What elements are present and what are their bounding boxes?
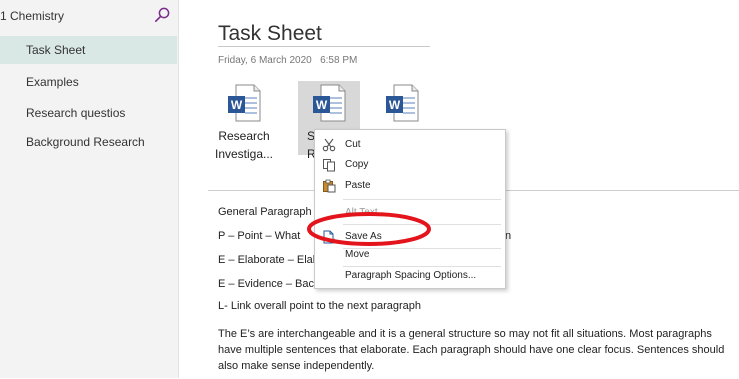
menu-item-copy[interactable]: Copy xyxy=(315,154,505,176)
note-line-link[interactable]: L- Link overall point to the next paragr… xyxy=(218,300,421,312)
word-document-icon: W xyxy=(386,84,419,122)
sidebar-item-examples[interactable]: Examples xyxy=(0,68,177,96)
paste-icon xyxy=(323,179,336,193)
scissors-icon xyxy=(322,138,336,152)
title-underline xyxy=(218,46,430,47)
page-time-text: 6:58 PM xyxy=(320,55,358,66)
attachment-name-line2: Investiga... xyxy=(214,147,274,161)
svg-text:W: W xyxy=(231,98,243,112)
menu-item-label: Copy xyxy=(345,159,369,170)
menu-item-label: Cut xyxy=(345,139,361,150)
sidebar-item-background-research[interactable]: Background Research xyxy=(0,128,177,156)
sidebar-item-label: Research questios xyxy=(26,106,126,120)
note-line-evidence[interactable]: E – Evidence – Back xyxy=(218,278,320,290)
sidebar-item-label: Examples xyxy=(26,75,79,89)
menu-item-label: Paragraph Spacing Options... xyxy=(345,270,477,281)
svg-text:W: W xyxy=(389,98,401,112)
word-document-icon: W xyxy=(228,84,261,122)
page-date-text: Friday, 6 March 2020 xyxy=(218,55,312,66)
annotation-ellipse xyxy=(307,212,431,246)
sidebar-item-task-sheet[interactable]: Task Sheet xyxy=(0,36,177,64)
menu-item-label: Move xyxy=(345,249,370,260)
sidebar-item-label: Background Research xyxy=(26,135,145,149)
menu-item-cut[interactable]: Cut xyxy=(315,134,505,156)
sidebar: 1 Chemistry Task Sheet Examples Research… xyxy=(0,0,179,378)
page-title[interactable]: Task Sheet xyxy=(218,22,322,46)
attachment-third[interactable]: W xyxy=(362,84,442,122)
search-icon[interactable] xyxy=(154,7,170,23)
menu-separator xyxy=(343,199,501,200)
context-menu: Cut Copy Paste Alt Text... Save As Move … xyxy=(314,129,506,289)
attachment-name-line1: Research xyxy=(218,129,270,143)
menu-item-paste[interactable]: Paste xyxy=(315,175,505,197)
page-date: Friday, 6 March 2020 6:58 PM xyxy=(218,55,357,66)
svg-text:W: W xyxy=(316,98,328,112)
menu-item-move[interactable]: Move xyxy=(315,244,505,266)
note-paragraph[interactable]: The E’s are interchangeable and it is a … xyxy=(218,326,736,374)
sidebar-item-label: Task Sheet xyxy=(26,43,86,57)
note-line-elaborate[interactable]: E – Elaborate – Elab xyxy=(218,254,319,266)
note-heading[interactable]: General Paragraph xyxy=(218,206,312,218)
notebook-title[interactable]: 1 Chemistry xyxy=(0,9,64,23)
menu-item-label: Paste xyxy=(345,180,371,191)
word-document-icon: W xyxy=(313,84,346,122)
note-line-point[interactable]: P – Point – What xyxy=(218,230,300,242)
menu-item-paragraph-spacing[interactable]: Paragraph Spacing Options... xyxy=(315,265,505,287)
attachment-research-investigation[interactable]: W Research Investiga... xyxy=(204,84,284,162)
sidebar-item-research-questions[interactable]: Research questios xyxy=(0,99,177,127)
copy-icon xyxy=(323,159,335,172)
